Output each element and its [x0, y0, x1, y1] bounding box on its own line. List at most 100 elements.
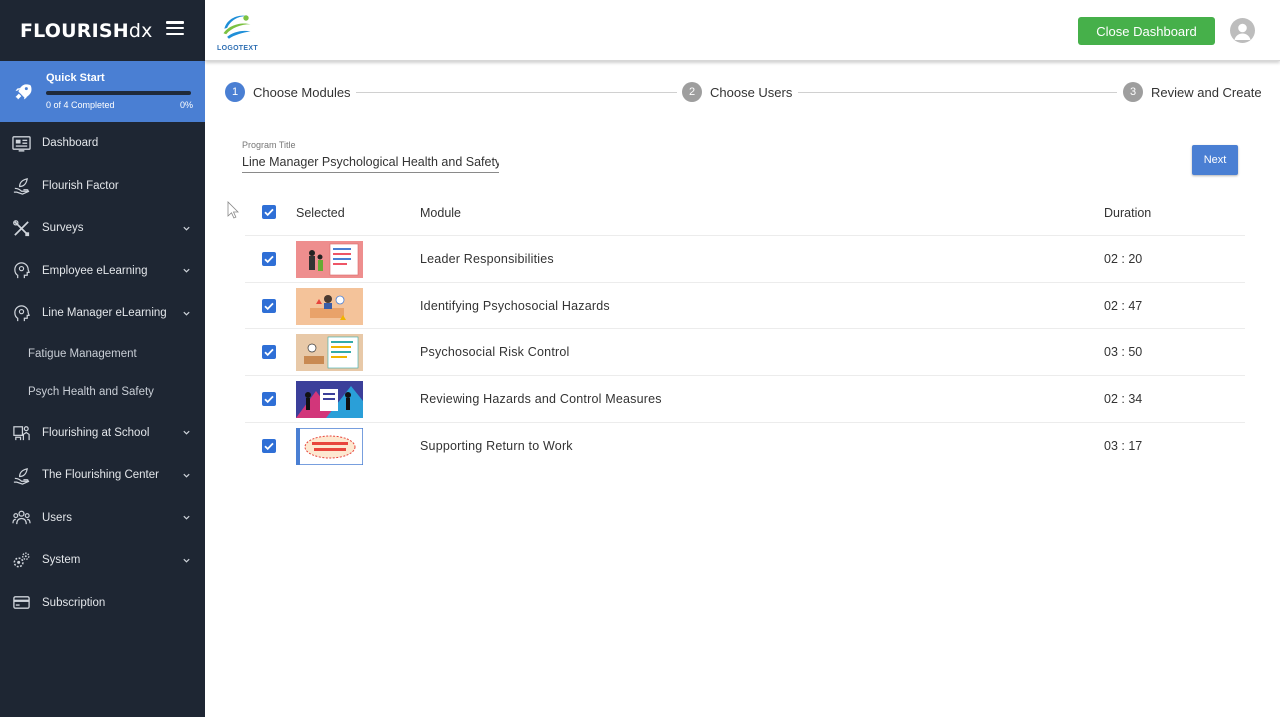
- sidebar-item-label: The Flourishing Center: [42, 469, 159, 482]
- sidebar-subitem-label: Fatigue Management: [28, 347, 137, 360]
- column-header-duration[interactable]: Duration: [1104, 206, 1151, 220]
- quick-start-status: 0 of 4 Completed: [46, 100, 115, 110]
- sidebar-item-label: Users: [42, 511, 73, 524]
- module-thumbnail: [296, 287, 363, 325]
- table-row[interactable]: Leader Responsibilities 02 : 20: [245, 236, 1245, 283]
- step-number: 1: [225, 82, 245, 102]
- chevron-down-icon: [183, 473, 190, 478]
- checkmark-icon: [264, 349, 274, 357]
- brand-name-bold: FLOURISH: [20, 19, 129, 42]
- quick-start-title: Quick Start: [46, 72, 105, 84]
- sidebar-subitem-label: Psych Health and Safety: [28, 386, 154, 399]
- select-all-checkbox[interactable]: [262, 205, 276, 219]
- chevron-down-icon: [183, 558, 190, 563]
- brand-name-light: dx: [128, 19, 153, 42]
- sidebar-item-flourishing-center[interactable]: The Flourishing Center: [0, 454, 205, 497]
- step-connector: [798, 92, 1117, 93]
- logo-text: LOGOTEXT: [217, 45, 258, 52]
- chevron-down-icon: [183, 430, 190, 435]
- user-avatar[interactable]: [1230, 18, 1255, 43]
- quick-start-panel[interactable]: Quick Start 0 of 4 Completed 0%: [0, 61, 205, 122]
- sidebar-subitem-fatigue-management[interactable]: Fatigue Management: [0, 335, 205, 374]
- row-checkbox[interactable]: [262, 252, 276, 266]
- brand-logo[interactable]: FLOURISHdx: [20, 20, 153, 42]
- step-connector: [356, 92, 677, 93]
- table-header-row: Selected Module Duration: [245, 189, 1245, 236]
- wizard-stepper: 1 Choose Modules 2 Choose Users 3 Review…: [205, 61, 1280, 123]
- sidebar-item-dashboard[interactable]: Dashboard: [0, 122, 205, 165]
- row-checkbox[interactable]: [262, 392, 276, 407]
- module-name: Psychosocial Risk Control: [420, 345, 570, 360]
- column-header-selected[interactable]: Selected: [296, 206, 345, 220]
- row-checkbox[interactable]: [262, 298, 276, 313]
- sidebar-item-employee-elearning[interactable]: Employee eLearning: [0, 250, 205, 293]
- module-duration: 03 : 17: [1104, 438, 1143, 453]
- sidebar-item-label: Dashboard: [42, 137, 99, 150]
- checkmark-icon: [264, 255, 274, 264]
- brand: FLOURISHdx: [0, 0, 205, 61]
- row-checkbox[interactable]: [262, 438, 276, 453]
- module-thumbnail: [296, 381, 363, 419]
- head-icon: [14, 305, 30, 321]
- module-name: Supporting Return to Work: [420, 438, 573, 453]
- chevron-down-icon: [183, 268, 190, 273]
- table-row[interactable]: Supporting Return to Work 03 : 17: [245, 423, 1245, 470]
- card-icon: [13, 596, 30, 610]
- module-duration: 02 : 34: [1104, 392, 1143, 407]
- user-icon: [1234, 23, 1251, 40]
- gears-icon: [13, 552, 30, 568]
- sidebar-item-system[interactable]: System: [0, 539, 205, 582]
- leaf-hand-icon: [13, 178, 30, 195]
- modules-table: Selected Module Duration Leader Responsi…: [245, 189, 1245, 469]
- next-button[interactable]: Next: [1192, 145, 1238, 175]
- sidebar-item-label: Line Manager eLearning: [42, 307, 167, 320]
- tools-icon: [13, 219, 30, 236]
- sidebar-subitem-psych-health-safety[interactable]: Psych Health and Safety: [0, 373, 205, 412]
- module-duration: 02 : 20: [1104, 252, 1143, 266]
- sidebar-item-label: Subscription: [42, 596, 106, 609]
- row-checkbox[interactable]: [262, 345, 276, 360]
- checkmark-icon: [264, 442, 274, 450]
- sidebar-item-flourish-factor[interactable]: Flourish Factor: [0, 165, 205, 208]
- users-icon: [12, 510, 31, 525]
- sidebar: FLOURISHdx Quick Start 0 of 4 Completed …: [0, 0, 205, 717]
- column-header-module[interactable]: Module: [420, 206, 461, 220]
- menu-toggle-icon[interactable]: [166, 21, 184, 35]
- module-thumbnail: [296, 334, 363, 372]
- dashboard-icon: [12, 135, 31, 152]
- step-label: Choose Modules: [253, 84, 351, 100]
- checkmark-icon: [264, 302, 274, 310]
- head-icon: [14, 262, 30, 279]
- table-row[interactable]: Psychosocial Risk Control 03 : 50: [245, 329, 1245, 377]
- quick-start-progress-bar: [46, 91, 191, 95]
- sidebar-item-subscription[interactable]: Subscription: [0, 582, 205, 625]
- step-choose-modules[interactable]: 1 Choose Modules: [225, 82, 351, 102]
- close-dashboard-button[interactable]: Close Dashboard: [1078, 17, 1215, 45]
- module-duration: 02 : 47: [1104, 298, 1143, 313]
- step-review-create[interactable]: 3 Review and Create: [1123, 82, 1262, 102]
- sidebar-item-label: Employee eLearning: [42, 264, 148, 277]
- chevron-down-icon: [183, 226, 190, 231]
- step-number: 2: [682, 82, 702, 102]
- program-title-input[interactable]: [242, 152, 499, 173]
- module-thumbnail: [296, 241, 363, 278]
- step-label: Review and Create: [1151, 84, 1262, 100]
- sidebar-item-line-manager-elearning[interactable]: Line Manager eLearning: [0, 292, 205, 335]
- module-name: Identifying Psychosocial Hazards: [420, 298, 610, 313]
- table-row[interactable]: Identifying Psychosocial Hazards 02 : 47: [245, 283, 1245, 330]
- sidebar-item-flourishing-at-school[interactable]: Flourishing at School: [0, 412, 205, 455]
- table-row[interactable]: Reviewing Hazards and Control Measures 0…: [245, 376, 1245, 423]
- top-header: LOGOTEXT Close Dashboard: [205, 0, 1280, 61]
- sidebar-item-label: Flourish Factor: [42, 179, 119, 192]
- sidebar-item-surveys[interactable]: Surveys: [0, 207, 205, 250]
- checkmark-icon: [264, 395, 274, 404]
- rocket-icon: [15, 84, 32, 100]
- company-logo-icon[interactable]: [219, 9, 255, 45]
- quick-start-percent: 0%: [180, 100, 194, 110]
- step-choose-users[interactable]: 2 Choose Users: [682, 82, 792, 102]
- chevron-down-icon: [183, 311, 190, 316]
- module-thumbnail: [296, 427, 363, 465]
- checkmark-icon: [264, 208, 274, 217]
- module-duration: 03 : 50: [1104, 345, 1143, 360]
- sidebar-item-users[interactable]: Users: [0, 497, 205, 540]
